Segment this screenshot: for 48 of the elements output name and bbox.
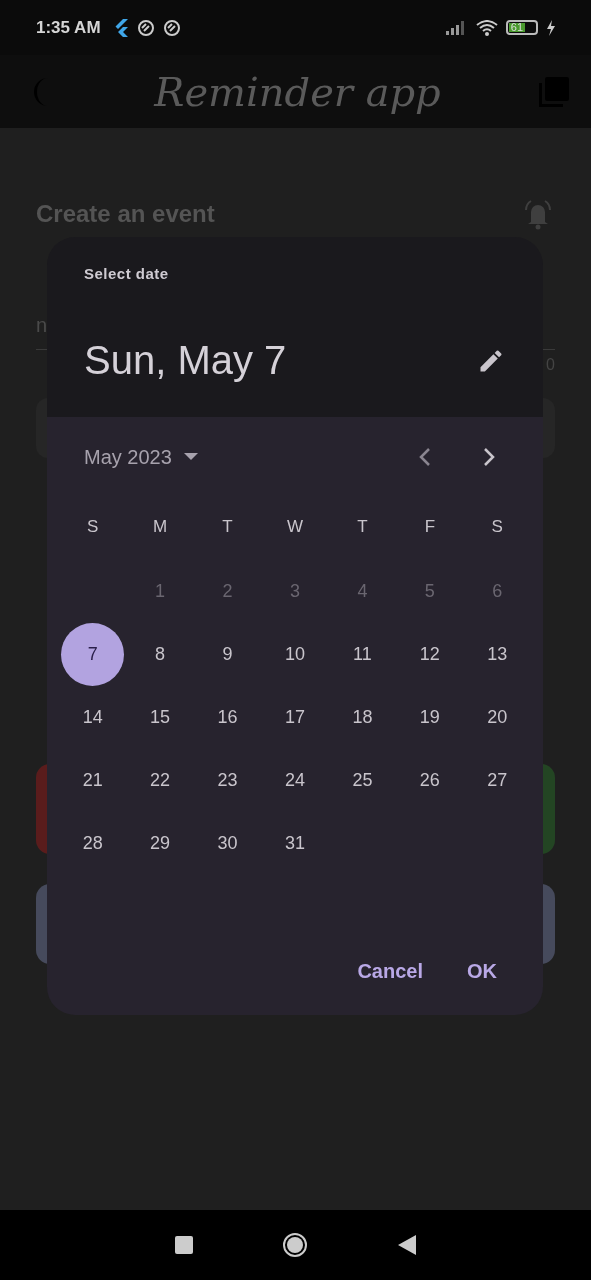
- calendar-day[interactable]: 30: [196, 812, 260, 875]
- dropdown-icon: [183, 453, 198, 461]
- calendar-day[interactable]: 27: [465, 749, 529, 812]
- calendar-day[interactable]: 11: [330, 623, 394, 686]
- next-month-icon[interactable]: [482, 447, 496, 467]
- dialog-label: Select date: [84, 265, 170, 282]
- calendar-day[interactable]: 10: [263, 623, 327, 686]
- charging-icon: [546, 19, 556, 36]
- calendar-day[interactable]: 15: [128, 686, 192, 749]
- weekday-label: M: [152, 516, 169, 538]
- calendar-day[interactable]: 20: [465, 686, 529, 749]
- calendar-day[interactable]: 24: [263, 749, 327, 812]
- calendar-day[interactable]: 26: [398, 749, 462, 812]
- cancel-button[interactable]: Cancel: [345, 954, 435, 989]
- calendar-day[interactable]: 31: [263, 812, 327, 875]
- weekday-label: S: [490, 516, 504, 538]
- calendar-day[interactable]: 29: [128, 812, 192, 875]
- back-icon[interactable]: [398, 1235, 417, 1255]
- app-title: Reminder app: [154, 68, 441, 115]
- calendar-day[interactable]: 22: [128, 749, 192, 812]
- wifi-icon: [476, 19, 498, 36]
- calendar-day[interactable]: 14: [61, 686, 125, 749]
- selected-date: Sun, May 7: [84, 338, 287, 383]
- ok-button[interactable]: OK: [455, 954, 509, 989]
- home-icon[interactable]: [282, 1232, 309, 1258]
- weekday-label: W: [285, 516, 304, 538]
- calendar-day[interactable]: 9: [196, 623, 260, 686]
- calendar-day[interactable]: 16: [196, 686, 260, 749]
- status-time: 1:35 AM: [36, 17, 101, 38]
- calendar-day[interactable]: 28: [61, 812, 125, 875]
- calendar-day[interactable]: 12: [398, 623, 462, 686]
- calendar-day[interactable]: 21: [61, 749, 125, 812]
- calendar-day[interactable]: 19: [398, 686, 462, 749]
- weekday-label: S: [86, 516, 100, 538]
- recents-icon[interactable]: [174, 1236, 193, 1254]
- calendar-day[interactable]: 13: [465, 623, 529, 686]
- calendar-day[interactable]: 25: [330, 749, 394, 812]
- calendar-day[interactable]: 8: [128, 623, 192, 686]
- calendar-day[interactable]: 7: [61, 623, 125, 686]
- weekday-label: T: [221, 516, 234, 538]
- battery-icon: 61: [506, 20, 538, 35]
- calendar-day[interactable]: 18: [330, 686, 394, 749]
- calendar-day[interactable]: 17: [263, 686, 327, 749]
- previous-month-icon[interactable]: [418, 447, 432, 467]
- weekday-label: T: [356, 516, 369, 538]
- weekday-label: F: [423, 516, 437, 538]
- calendar-day[interactable]: 23: [196, 749, 260, 812]
- month-dropdown[interactable]: May 2023: [84, 445, 198, 469]
